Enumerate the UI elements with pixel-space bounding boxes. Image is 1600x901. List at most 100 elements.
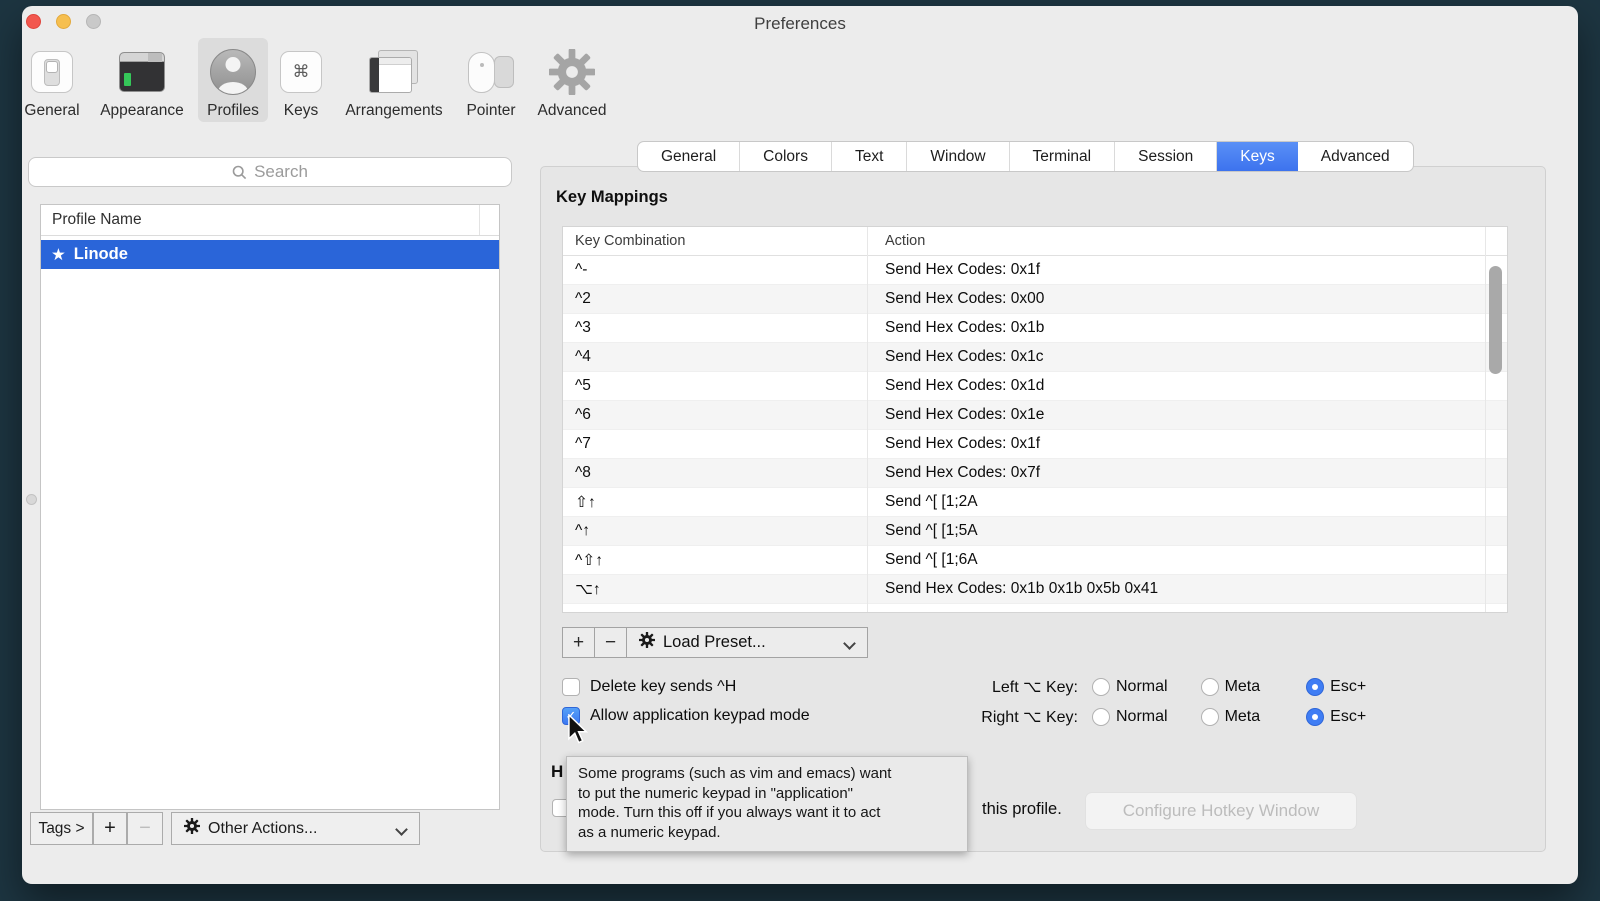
action-cell: Send Hex Codes: 0x1f bbox=[885, 261, 1481, 279]
toggle-icon bbox=[31, 46, 73, 98]
configure-hotkey-window-button[interactable]: Configure Hotkey Window bbox=[1085, 792, 1357, 830]
table-row[interactable]: ^2 Send Hex Codes: 0x00 bbox=[563, 285, 1507, 314]
radio[interactable] bbox=[1201, 678, 1219, 696]
key-combination-cell: ^↑ bbox=[563, 522, 867, 540]
action-cell: Send Hex Codes: 0x00 bbox=[885, 290, 1481, 308]
hotkey-heading-fragment: H bbox=[551, 762, 563, 782]
key-combination-cell: ^⇧↑ bbox=[563, 551, 867, 570]
search-input[interactable]: Search bbox=[28, 157, 512, 187]
profile-row-linode[interactable]: ★ Linode bbox=[41, 240, 499, 269]
radio-option-normal[interactable]: Normal bbox=[1092, 708, 1168, 726]
checkbox-row[interactable]: Delete key sends ^H bbox=[562, 678, 810, 696]
tooltip-line: to put the numeric keypad in "applicatio… bbox=[578, 784, 956, 804]
load-preset-dropdown[interactable]: Load Preset... bbox=[626, 627, 868, 658]
table-row[interactable]: ^↑ Send ^[ [1;5A bbox=[563, 517, 1507, 546]
action-cell: Send ^[ [1;5A bbox=[885, 522, 1481, 540]
table-scrollbar[interactable] bbox=[1489, 266, 1502, 374]
splitter-dot[interactable] bbox=[26, 494, 37, 505]
table-row[interactable]: ^5 Send Hex Codes: 0x1d bbox=[563, 372, 1507, 401]
toolbar-item-pointer[interactable]: Pointer bbox=[458, 38, 524, 122]
mouse-cursor-icon bbox=[567, 714, 588, 745]
chevron-down-icon bbox=[845, 638, 855, 648]
column-action: Action bbox=[885, 233, 925, 249]
radio-option-normal[interactable]: Normal bbox=[1092, 678, 1168, 696]
table-row[interactable]: ⇧↑ Send ^[ [1;2A bbox=[563, 488, 1507, 517]
key-combination-cell: ⌥↑ bbox=[563, 580, 867, 599]
profiles-icon bbox=[210, 46, 256, 98]
window-title: Preferences bbox=[22, 14, 1578, 34]
remove-profile-button[interactable]: − bbox=[127, 812, 163, 845]
table-row[interactable]: ^6 Send Hex Codes: 0x1e bbox=[563, 401, 1507, 430]
table-header[interactable]: Key Combination Action bbox=[563, 227, 1507, 256]
tab-window[interactable]: Window bbox=[907, 142, 1009, 171]
radio[interactable] bbox=[1092, 678, 1110, 696]
star-icon: ★ bbox=[51, 245, 66, 265]
hotkey-text: this profile. bbox=[982, 800, 1062, 819]
tooltip-line: Some programs (such as vim and emacs) wa… bbox=[578, 764, 956, 784]
appearance-icon bbox=[119, 46, 165, 98]
radio-selected[interactable] bbox=[1306, 678, 1324, 696]
radio-option-meta[interactable]: Meta bbox=[1201, 678, 1261, 696]
add-mapping-button[interactable]: + bbox=[562, 627, 595, 658]
key-combination-cell: ^5 bbox=[563, 377, 867, 395]
table-row[interactable]: ^- Send Hex Codes: 0x1f bbox=[563, 256, 1507, 285]
tab-colors[interactable]: Colors bbox=[740, 142, 832, 171]
action-cell: Send Hex Codes: 0x1f bbox=[885, 435, 1481, 453]
remove-mapping-button[interactable]: − bbox=[594, 627, 627, 658]
toolbar-item-profiles[interactable]: Profiles bbox=[198, 38, 268, 122]
toolbar-item-keys[interactable]: ⌘ Keys bbox=[274, 38, 328, 122]
tab-session[interactable]: Session bbox=[1115, 142, 1217, 171]
action-cell: Send Hex Codes: 0x1c bbox=[885, 348, 1481, 366]
add-profile-button[interactable]: + bbox=[93, 812, 127, 845]
toolbar-item-arrangements[interactable]: Arrangements bbox=[330, 38, 458, 122]
profile-list: Profile Name ★ Linode bbox=[40, 204, 500, 810]
scrollbar-divider bbox=[1485, 227, 1486, 612]
radio-selected[interactable] bbox=[1306, 708, 1324, 726]
action-cell: Send ^[ [1;2A bbox=[885, 493, 1481, 511]
profile-list-column-header[interactable]: Profile Name bbox=[41, 205, 499, 236]
tags-button[interactable]: Tags > bbox=[30, 812, 93, 845]
keypad-mode-tooltip: Some programs (such as vim and emacs) wa… bbox=[566, 756, 968, 852]
table-row[interactable]: ^4 Send Hex Codes: 0x1c bbox=[563, 343, 1507, 372]
radio[interactable] bbox=[1201, 708, 1219, 726]
tab-general[interactable]: General bbox=[638, 142, 740, 171]
chevron-down-icon bbox=[397, 824, 407, 834]
key-mappings-table[interactable]: Key Combination Action ^- Send Hex Codes… bbox=[562, 226, 1508, 613]
gear-icon bbox=[549, 46, 595, 98]
radio-option-esc[interactable]: Esc+ bbox=[1306, 678, 1366, 696]
key-combination-cell: ^- bbox=[563, 261, 867, 279]
search-placeholder: Search bbox=[254, 162, 308, 182]
table-row[interactable]: ⌥↑ Send Hex Codes: 0x1b 0x1b 0x5b 0x41 bbox=[563, 575, 1507, 604]
table-row[interactable]: ^7 Send Hex Codes: 0x1f bbox=[563, 430, 1507, 459]
toolbar-item-advanced[interactable]: Advanced bbox=[528, 38, 616, 122]
key-combination-cell: ^7 bbox=[563, 435, 867, 453]
radio-group-row: Right ⌥ Key: Normal Meta Esc+ bbox=[946, 707, 1366, 726]
toolbar-item-general[interactable]: General bbox=[20, 38, 84, 122]
other-actions-dropdown[interactable]: Other Actions... bbox=[171, 812, 420, 845]
radio-option-meta[interactable]: Meta bbox=[1201, 708, 1261, 726]
checkbox-row[interactable]: ✓ Allow application keypad mode bbox=[562, 707, 810, 725]
tab-terminal[interactable]: Terminal bbox=[1010, 142, 1116, 171]
key-combination-cell: ^8 bbox=[563, 464, 867, 482]
table-row[interactable]: ^3 Send Hex Codes: 0x1b bbox=[563, 314, 1507, 343]
column-divider bbox=[867, 227, 868, 612]
tab-advanced[interactable]: Advanced bbox=[1298, 142, 1413, 171]
radio-option-esc[interactable]: Esc+ bbox=[1306, 708, 1366, 726]
key-combination-cell: ^4 bbox=[563, 348, 867, 366]
action-cell: Send Hex Codes: 0x1b 0x1b 0x5b 0x41 bbox=[885, 580, 1481, 598]
radio[interactable] bbox=[1092, 708, 1110, 726]
table-row[interactable]: ^⇧↑ Send ^[ [1;6A bbox=[563, 546, 1507, 575]
tab-keys[interactable]: Keys bbox=[1217, 142, 1297, 171]
table-row[interactable]: ^8 Send Hex Codes: 0x7f bbox=[563, 459, 1507, 488]
action-cell: Send Hex Codes: 0x7f bbox=[885, 464, 1481, 482]
search-icon bbox=[232, 165, 247, 180]
key-combination-cell: ^3 bbox=[563, 319, 867, 337]
checkbox[interactable] bbox=[562, 678, 580, 696]
tab-text[interactable]: Text bbox=[832, 142, 907, 171]
toolbar-item-appearance[interactable]: Appearance bbox=[92, 38, 192, 122]
keys-icon: ⌘ bbox=[280, 46, 322, 98]
key-combination-cell: ^6 bbox=[563, 406, 867, 424]
column-divider bbox=[479, 205, 480, 235]
key-combination-cell: ^2 bbox=[563, 290, 867, 308]
profile-name: Linode bbox=[74, 245, 128, 264]
